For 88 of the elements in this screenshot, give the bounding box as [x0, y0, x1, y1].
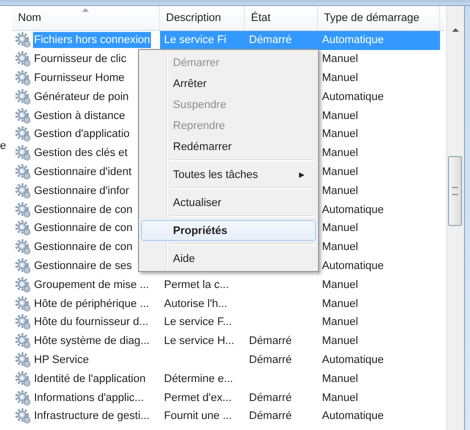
scrollbar-thumb[interactable] — [448, 156, 462, 226]
startup-type: Manuel — [322, 222, 358, 234]
menu-item[interactable]: Propriétés — [141, 220, 316, 241]
service-description: Fournit une ... — [164, 410, 232, 422]
gear-icon — [15, 182, 31, 199]
service-name[interactable]: Générateur de poin — [33, 88, 130, 105]
startup-type: Automatique — [322, 90, 384, 103]
gear-icon — [15, 258, 31, 274]
startup-type: Automatique — [322, 354, 384, 366]
service-status: Démarré — [249, 34, 292, 46]
service-description: Permet la c... — [164, 278, 229, 291]
gear-icon — [15, 390, 31, 406]
service-description: Le service F... — [164, 316, 232, 328]
service-name[interactable]: Gestion d'applicatio — [33, 126, 131, 142]
startup-type: Automatique — [322, 34, 384, 46]
gear-icon — [15, 370, 31, 387]
service-name[interactable]: Infrastructure de gesti... — [33, 408, 151, 424]
gear-icon — [15, 333, 31, 350]
service-name[interactable]: Gestionnaire de con — [33, 220, 134, 236]
service-name[interactable]: Gestionnaire de con — [33, 202, 134, 218]
service-name[interactable]: Hôte de périphérique ... — [33, 296, 150, 312]
startup-type: Automatique — [322, 260, 384, 272]
gear-icon — [15, 88, 31, 105]
menu-item[interactable]: Redémarrer — [141, 136, 316, 157]
service-status: Démarré — [249, 335, 292, 348]
startup-type: Automatique — [322, 204, 384, 216]
service-status: Démarré — [249, 392, 292, 404]
service-name[interactable]: Gestion à distance — [33, 108, 126, 124]
scrollbar[interactable] — [446, 6, 464, 430]
gear-icon — [15, 202, 31, 218]
column-header[interactable]: Description — [160, 6, 245, 30]
gear-icon — [15, 108, 31, 124]
menu-item[interactable]: Actualiser — [141, 192, 316, 213]
service-description: Le service H... — [164, 335, 234, 348]
pane-text: e — [0, 140, 6, 152]
startup-type: Manuel — [322, 372, 358, 385]
service-name[interactable]: Identité de l'application — [33, 370, 147, 387]
menu-item[interactable]: Arrêter — [141, 73, 316, 94]
startup-type: Manuel — [322, 166, 358, 178]
service-name[interactable]: Gestionnaire de ses — [33, 258, 133, 274]
service-name[interactable]: HP Service — [33, 352, 90, 368]
gear-icon — [15, 126, 31, 142]
gear-icon — [15, 239, 31, 256]
gear-icon — [15, 408, 31, 424]
startup-type: Manuel — [322, 147, 358, 160]
menu-item[interactable]: Aide — [141, 248, 316, 269]
startup-type: Manuel — [322, 278, 358, 291]
startup-type: Manuel — [322, 53, 358, 66]
gear-icon — [15, 164, 31, 180]
gear-icon — [15, 145, 31, 162]
startup-type: Manuel — [322, 128, 358, 140]
service-status: Démarré — [249, 354, 292, 366]
gear-icon — [15, 276, 31, 293]
startup-type: Manuel — [322, 298, 358, 310]
service-description: Détermine e... — [164, 372, 234, 385]
service-status: Démarré — [249, 410, 292, 422]
scroll-up-icon[interactable] — [452, 28, 459, 32]
column-header[interactable]: Type de démarrage — [318, 6, 440, 30]
startup-type: Manuel — [322, 316, 358, 328]
gear-icon — [15, 314, 31, 330]
service-name[interactable]: Hôte système de diag... — [33, 333, 151, 350]
service-name[interactable]: Fournisseur Home — [33, 70, 126, 86]
service-description: Autorise l'h... — [164, 298, 228, 310]
service-name[interactable]: Groupement de mise ... — [33, 276, 150, 293]
service-name[interactable]: Gestionnaire d'ident — [33, 164, 132, 180]
startup-type: Manuel — [322, 335, 358, 348]
startup-type: Manuel — [322, 392, 358, 404]
startup-type: Manuel — [322, 110, 358, 122]
service-name[interactable]: Hôte du fournisseur d... — [33, 314, 150, 330]
service-name[interactable]: Gestionnaire de con — [33, 239, 134, 256]
startup-type: Manuel — [322, 241, 358, 254]
service-name[interactable]: Gestionnaire d'infor — [33, 182, 130, 199]
gear-icon — [15, 70, 31, 86]
startup-type: Automatique — [322, 410, 384, 422]
service-name[interactable]: Fournisseur de clic — [33, 51, 128, 68]
gear-icon — [15, 220, 31, 236]
gear-icon — [15, 51, 31, 68]
service-description: Permet d'ex... — [164, 392, 232, 404]
startup-type: Manuel — [322, 72, 358, 84]
startup-type: Manuel — [322, 184, 358, 197]
gear-icon — [15, 296, 31, 312]
service-name[interactable]: Gestion des clés et — [33, 145, 129, 162]
service-name[interactable]: Informations d'applic... — [33, 390, 145, 406]
gear-icon — [15, 352, 31, 368]
service-description: Le service Fi — [164, 34, 226, 46]
menu-item[interactable]: Toutes les tâches ▸ — [141, 164, 316, 185]
column-header[interactable]: État — [245, 6, 318, 30]
column-header[interactable]: Nom — [12, 6, 160, 30]
